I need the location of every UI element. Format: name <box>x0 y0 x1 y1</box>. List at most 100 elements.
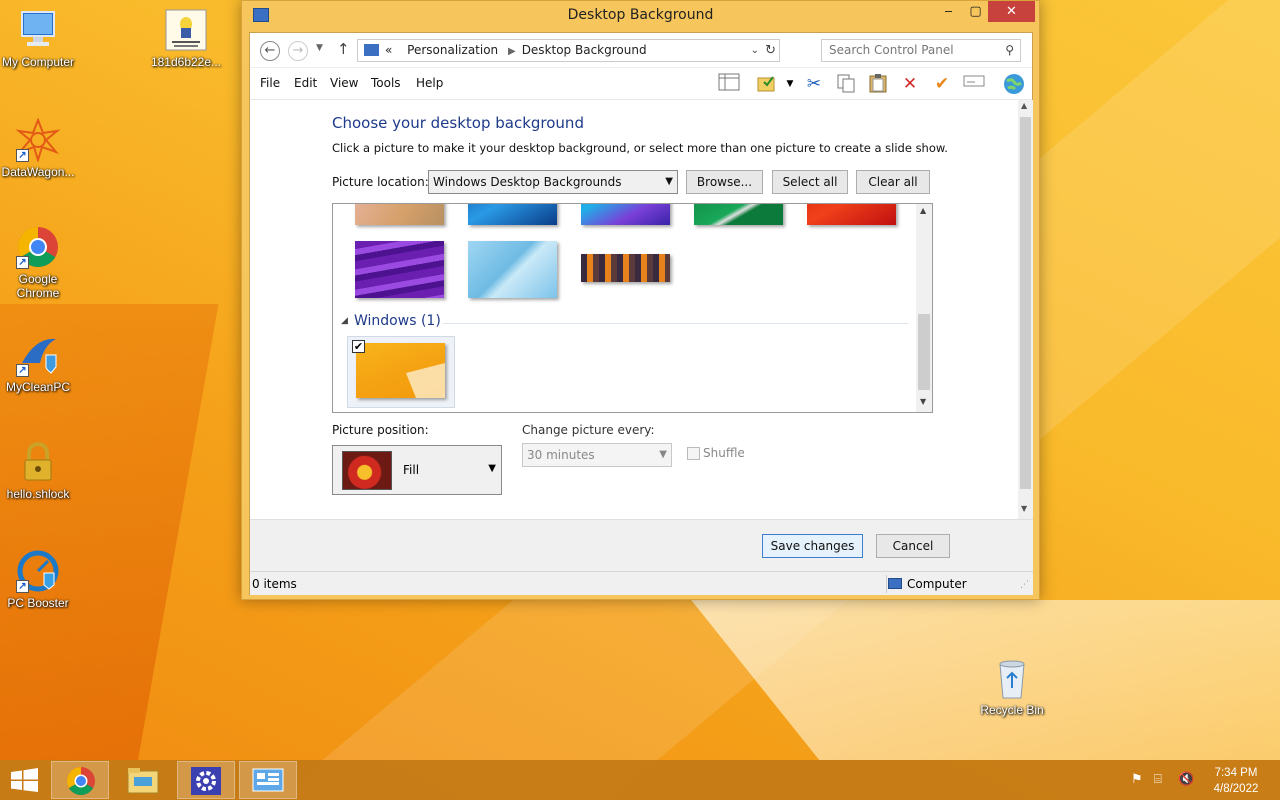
copy-icon[interactable] <box>834 73 858 95</box>
menu-view[interactable]: View <box>330 76 358 90</box>
picture-position-label: Picture position: <box>332 423 429 437</box>
menu-edit[interactable]: Edit <box>294 76 317 90</box>
wallpaper-thumbnail[interactable] <box>355 241 444 298</box>
up-button[interactable]: ↑ <box>337 40 350 58</box>
wallpaper-thumbnail[interactable] <box>581 254 670 282</box>
minimize-button[interactable]: ‒ <box>935 1 962 22</box>
menu-help[interactable]: Help <box>416 76 443 90</box>
taskbar-file-explorer[interactable] <box>114 761 172 799</box>
back-button[interactable]: ← <box>260 41 280 61</box>
breadcrumb-overflow[interactable]: « <box>385 43 392 57</box>
wallpaper-thumbnail[interactable] <box>581 204 670 225</box>
content-pane: Choose your desktop background Click a p… <box>250 100 1018 519</box>
folder-check-icon[interactable] <box>755 73 779 95</box>
properties-icon[interactable] <box>962 73 986 95</box>
group-title-windows[interactable]: Windows (1) <box>354 313 441 329</box>
desktop-icon-image-file[interactable]: 181d6b22e... <box>148 8 224 69</box>
paste-icon[interactable] <box>866 73 890 95</box>
change-picture-select[interactable]: 30 minutes ▼ <box>522 443 672 467</box>
taskbar-chrome[interactable] <box>51 761 109 799</box>
breadcrumb[interactable]: « Personalization ▶ Desktop Background ⌄ … <box>357 39 780 62</box>
control-panel-icon <box>252 768 284 792</box>
menu-file[interactable]: File <box>260 76 280 90</box>
picture-location-select[interactable]: Windows Desktop Backgrounds ▼ <box>428 170 678 194</box>
wallpaper-thumbnail[interactable] <box>807 204 896 225</box>
cancel-button[interactable]: Cancel <box>876 534 950 558</box>
picture-list-scrollbar[interactable]: ▲ ▼ <box>916 204 932 412</box>
title-bar[interactable]: Desktop Background ‒ ▢ ✕ <box>242 1 1039 32</box>
desktop-icon-pc-booster[interactable]: ↗ PC Booster <box>0 549 76 610</box>
desktop-icon-recycle-bin[interactable]: Recycle Bin <box>974 656 1050 717</box>
shortcut-arrow-icon: ↗ <box>16 580 29 593</box>
resize-grip-icon[interactable]: ⋰ <box>1020 580 1029 590</box>
taskbar-settings[interactable] <box>177 761 235 799</box>
desktop-icon-hello-shlock[interactable]: hello.shlock <box>0 440 76 501</box>
status-divider <box>886 575 887 593</box>
dialog-footer: Save changes Cancel <box>250 519 1033 571</box>
wallpaper-thumbnail[interactable] <box>468 241 557 298</box>
picture-list: ◢ Windows (1) ✔ ▲ ▼ <box>332 203 933 413</box>
image-file-icon <box>164 8 208 52</box>
chevron-down-icon: ▼ <box>665 176 673 187</box>
browse-button[interactable]: Browse... <box>686 170 763 194</box>
taskbar-control-panel[interactable] <box>239 761 297 799</box>
desktop-icon-mycleanpc[interactable]: ↗ MyCleanPC <box>0 333 76 394</box>
taskbar: ⚑ ⌸ 🔇 7:34 PM 4/8/2022 <box>0 760 1280 800</box>
system-clock[interactable]: 7:34 PM 4/8/2022 <box>1208 765 1264 797</box>
picture-position-select[interactable]: Fill ▼ <box>332 445 502 495</box>
desktop-icon-google-chrome[interactable]: ↗ Google Chrome <box>0 225 76 300</box>
desktop-icon-label: PC Booster <box>7 596 69 610</box>
content-scrollbar[interactable]: ▲ ▼ <box>1018 100 1033 519</box>
desktop-icon-label: 181d6b22e... <box>150 55 222 69</box>
network-icon[interactable]: ⌸ <box>1154 772 1162 787</box>
wallpaper-thumbnail[interactable] <box>694 204 783 225</box>
address-dropdown[interactable]: ⌄ <box>751 40 759 61</box>
search-input[interactable]: Search Control Panel ⚲ <box>821 39 1021 62</box>
shortcut-arrow-icon: ↗ <box>16 364 29 377</box>
start-button[interactable] <box>0 761 50 799</box>
scroll-up-icon[interactable]: ▲ <box>1021 101 1027 110</box>
shortcut-arrow-icon: ↗ <box>16 256 29 269</box>
desktop-icon-label: MyCleanPC <box>5 380 71 394</box>
wallpaper-thumbnail[interactable] <box>355 204 444 225</box>
select-all-button[interactable]: Select all <box>772 170 848 194</box>
breadcrumb-desktop-background[interactable]: Desktop Background <box>522 43 647 57</box>
wallpaper-thumbnail[interactable] <box>468 204 557 225</box>
status-bar: 0 items Computer ⋰ <box>250 571 1033 595</box>
recent-pages-dropdown[interactable]: ▼ <box>316 43 323 53</box>
refresh-icon[interactable]: ↻ <box>765 40 776 61</box>
globe-icon[interactable] <box>1002 73 1026 95</box>
checkmark-icon[interactable]: ✔ <box>930 73 954 95</box>
shuffle-checkbox[interactable] <box>687 447 700 460</box>
action-center-flag-icon[interactable]: ⚑ <box>1131 772 1143 787</box>
clear-all-button[interactable]: Clear all <box>856 170 930 194</box>
chevron-down-icon[interactable]: ▼ <box>778 73 802 95</box>
close-button[interactable]: ✕ <box>988 1 1035 22</box>
scroll-down-icon[interactable]: ▼ <box>1021 504 1027 513</box>
collapse-triangle-icon[interactable]: ◢ <box>341 316 348 326</box>
page-title: Choose your desktop background <box>332 114 584 132</box>
forward-button[interactable]: → <box>288 41 308 61</box>
wallpaper-checkbox[interactable]: ✔ <box>352 340 365 353</box>
scroll-up-icon[interactable]: ▲ <box>920 206 926 215</box>
breadcrumb-personalization[interactable]: Personalization <box>407 43 498 57</box>
search-icon: ⚲ <box>1005 43 1014 57</box>
maximize-button[interactable]: ▢ <box>962 1 989 22</box>
shortcut-arrow-icon: ↗ <box>16 149 29 162</box>
gear-icon <box>191 767 221 795</box>
save-changes-button[interactable]: Save changes <box>762 534 863 558</box>
layout-icon[interactable] <box>717 73 741 95</box>
scrollbar-thumb[interactable] <box>1020 117 1031 489</box>
scroll-down-icon[interactable]: ▼ <box>920 397 926 406</box>
desktop-icon-datawagon[interactable]: ↗ DataWagon... <box>0 117 76 179</box>
delete-icon[interactable]: ✕ <box>898 73 922 95</box>
scrollbar-thumb[interactable] <box>918 314 930 390</box>
desktop-icon-my-computer[interactable]: My Computer <box>0 8 76 69</box>
address-row: ← → ▼ ↑ « Personalization ▶ Desktop Backg… <box>250 33 1032 68</box>
desktop-icon-label: My Computer <box>1 55 75 69</box>
speaker-muted-icon[interactable]: 🔇 <box>1178 772 1194 787</box>
wallpaper-thumbnail-selected[interactable]: ✔ <box>347 336 455 408</box>
menu-tools[interactable]: Tools <box>371 76 401 90</box>
cut-icon[interactable]: ✂ <box>802 73 826 95</box>
lock-icon <box>16 440 60 484</box>
